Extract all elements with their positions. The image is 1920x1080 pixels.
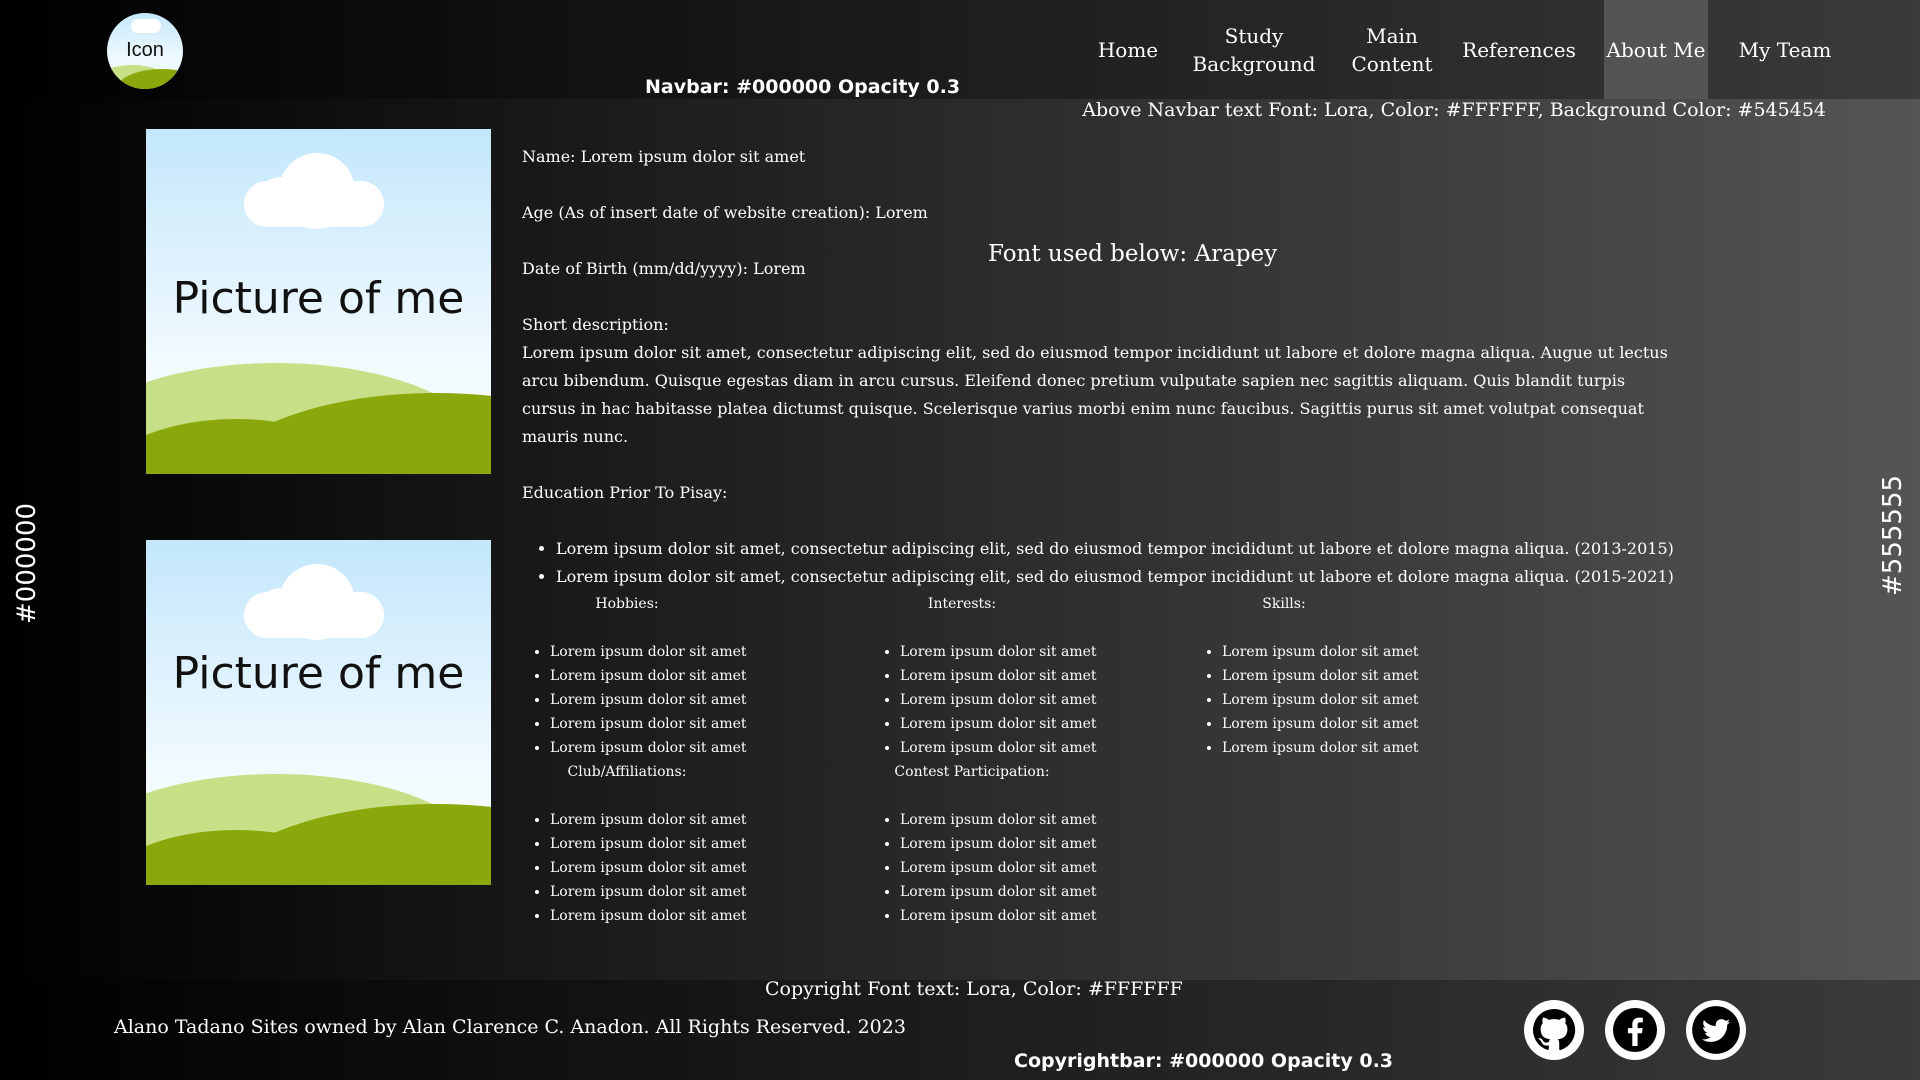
profile-details: Name: Lorem ipsum dolor sit amet Age (As… <box>522 143 1682 591</box>
hobbies-list: Lorem ipsum dolor sit amet Lorem ipsum d… <box>522 640 822 760</box>
copyright-note: Copyright Font text: Lora, Color: #FFFFF… <box>765 978 1183 1000</box>
list-item: Lorem ipsum dolor sit amet <box>550 880 822 904</box>
list-item: Lorem ipsum dolor sit amet <box>900 808 1172 832</box>
side-label-right: #555555 <box>1878 474 1908 596</box>
nav-references[interactable]: References <box>1458 0 1580 99</box>
nav-my-team[interactable]: My Team <box>1726 0 1844 99</box>
copyright-text: Alano Tadano Sites owned by Alan Clarenc… <box>114 1016 906 1038</box>
hobbies-title: Hobbies: <box>595 596 659 612</box>
list-item: Lorem ipsum dolor sit amet <box>900 880 1172 904</box>
profile-dob: Date of Birth (mm/dd/yyyy): Lorem <box>522 259 806 278</box>
list-item: Lorem ipsum dolor sit amet <box>900 688 1172 712</box>
clubs-section: Club/Affiliations: Lorem ipsum dolor sit… <box>522 760 822 928</box>
nav-home[interactable]: Home <box>1087 0 1169 99</box>
nav-home-label: Home <box>1097 37 1159 62</box>
list-item: Lorem ipsum dolor sit amet, consectetur … <box>556 535 1682 563</box>
github-glyph <box>1533 1008 1576 1050</box>
facebook-glyph <box>1613 1008 1657 1052</box>
education-list: Lorem ipsum dolor sit amet, consectetur … <box>522 535 1682 591</box>
nav-main-label-1: Main <box>1366 23 1418 48</box>
clubs-list: Lorem ipsum dolor sit amet Lorem ipsum d… <box>522 808 822 928</box>
facebook-icon[interactable] <box>1605 1000 1665 1060</box>
twitter-glyph <box>1692 1006 1740 1054</box>
education-label: Education Prior To Pisay: <box>522 483 728 502</box>
list-item: Lorem ipsum dolor sit amet <box>1222 664 1494 688</box>
clubs-title: Club/Affiliations: <box>567 764 687 780</box>
nav-references-label: References <box>1462 37 1576 62</box>
skills-list: Lorem ipsum dolor sit amet Lorem ipsum d… <box>1194 640 1494 760</box>
list-item: Lorem ipsum dolor sit amet <box>1222 640 1494 664</box>
nav-team-label: My Team <box>1738 37 1832 62</box>
skills-section: Skills: Lorem ipsum dolor sit amet Lorem… <box>1194 592 1494 760</box>
list-item: Lorem ipsum dolor sit amet <box>550 640 822 664</box>
list-item: Lorem ipsum dolor sit amet <box>1222 712 1494 736</box>
contests-list: Lorem ipsum dolor sit amet Lorem ipsum d… <box>872 808 1172 928</box>
side-left-anchor: #000000 <box>12 503 42 634</box>
contests-section: Contest Participation: Lorem ipsum dolor… <box>872 760 1172 928</box>
nav-study-label-2: Background <box>1192 51 1316 76</box>
list-item: Lorem ipsum dolor sit amet <box>1222 688 1494 712</box>
list-item: Lorem ipsum dolor sit amet <box>550 904 822 928</box>
list-item: Lorem ipsum dolor sit amet <box>550 832 822 856</box>
skills-title: Skills: <box>1262 596 1306 612</box>
list-item: Lorem ipsum dolor sit amet <box>900 712 1172 736</box>
logo-cloud <box>131 19 161 33</box>
list-item: Lorem ipsum dolor sit amet <box>900 640 1172 664</box>
nav-about-me[interactable]: About Me <box>1604 0 1708 99</box>
nav-about-label: About Me <box>1606 37 1706 62</box>
list-item: Lorem ipsum dolor sit amet <box>550 736 822 760</box>
profile-age: Age (As of insert date of website creati… <box>522 203 928 222</box>
picture-caption: Picture of me <box>172 273 465 324</box>
profile-name: Name: Lorem ipsum dolor sit amet <box>522 147 806 166</box>
interests-section: Interests: Lorem ipsum dolor sit amet Lo… <box>872 592 1172 760</box>
short-desc-label: Short description: <box>522 315 669 334</box>
contests-title: Contest Participation: <box>894 764 1050 780</box>
list-item: Lorem ipsum dolor sit amet, consectetur … <box>556 563 1682 591</box>
profile-picture: Picture of me <box>146 540 491 885</box>
list-item: Lorem ipsum dolor sit amet <box>550 712 822 736</box>
navbar-note: Navbar: #000000 Opacity 0.3 <box>645 76 961 98</box>
hobbies-section: Hobbies: Lorem ipsum dolor sit amet Lore… <box>522 592 822 760</box>
cloud-shape <box>256 588 306 638</box>
github-icon[interactable] <box>1524 1000 1584 1060</box>
list-item: Lorem ipsum dolor sit amet <box>550 856 822 880</box>
list-item: Lorem ipsum dolor sit amet <box>1222 736 1494 760</box>
nav-main-label-2: Content <box>1351 51 1433 76</box>
side-right-anchor: #555555 <box>1878 475 1908 606</box>
interests-list: Lorem ipsum dolor sit amet Lorem ipsum d… <box>872 640 1172 760</box>
side-label-left: #000000 <box>12 502 42 624</box>
list-item: Lorem ipsum dolor sit amet <box>900 832 1172 856</box>
short-description: Lorem ipsum dolor sit amet, consectetur … <box>522 343 1668 446</box>
nav-study-label-1: Study <box>1224 23 1284 48</box>
list-item: Lorem ipsum dolor sit amet <box>900 736 1172 760</box>
list-item: Lorem ipsum dolor sit amet <box>900 904 1172 928</box>
list-item: Lorem ipsum dolor sit amet <box>900 856 1172 880</box>
profile-picture: Picture of me <box>146 129 491 474</box>
copyright-bar-note: Copyrightbar: #000000 Opacity 0.3 <box>1014 1050 1394 1072</box>
interests-title: Interests: <box>927 596 997 612</box>
cloud-shape <box>256 177 306 227</box>
logo-label: Icon <box>126 39 164 61</box>
nav-main-content[interactable]: Main Content <box>1336 0 1448 99</box>
logo-icon[interactable]: Icon <box>107 13 183 89</box>
above-navbar-note: Above Navbar text Font: Lora, Color: #FF… <box>1082 99 1826 121</box>
list-item: Lorem ipsum dolor sit amet <box>550 808 822 832</box>
nav-study-background[interactable]: Study Background <box>1186 0 1322 99</box>
list-item: Lorem ipsum dolor sit amet <box>550 664 822 688</box>
picture-caption: Picture of me <box>172 648 465 699</box>
list-item: Lorem ipsum dolor sit amet <box>550 688 822 712</box>
list-item: Lorem ipsum dolor sit amet <box>900 664 1172 688</box>
twitter-icon[interactable] <box>1686 1000 1746 1060</box>
